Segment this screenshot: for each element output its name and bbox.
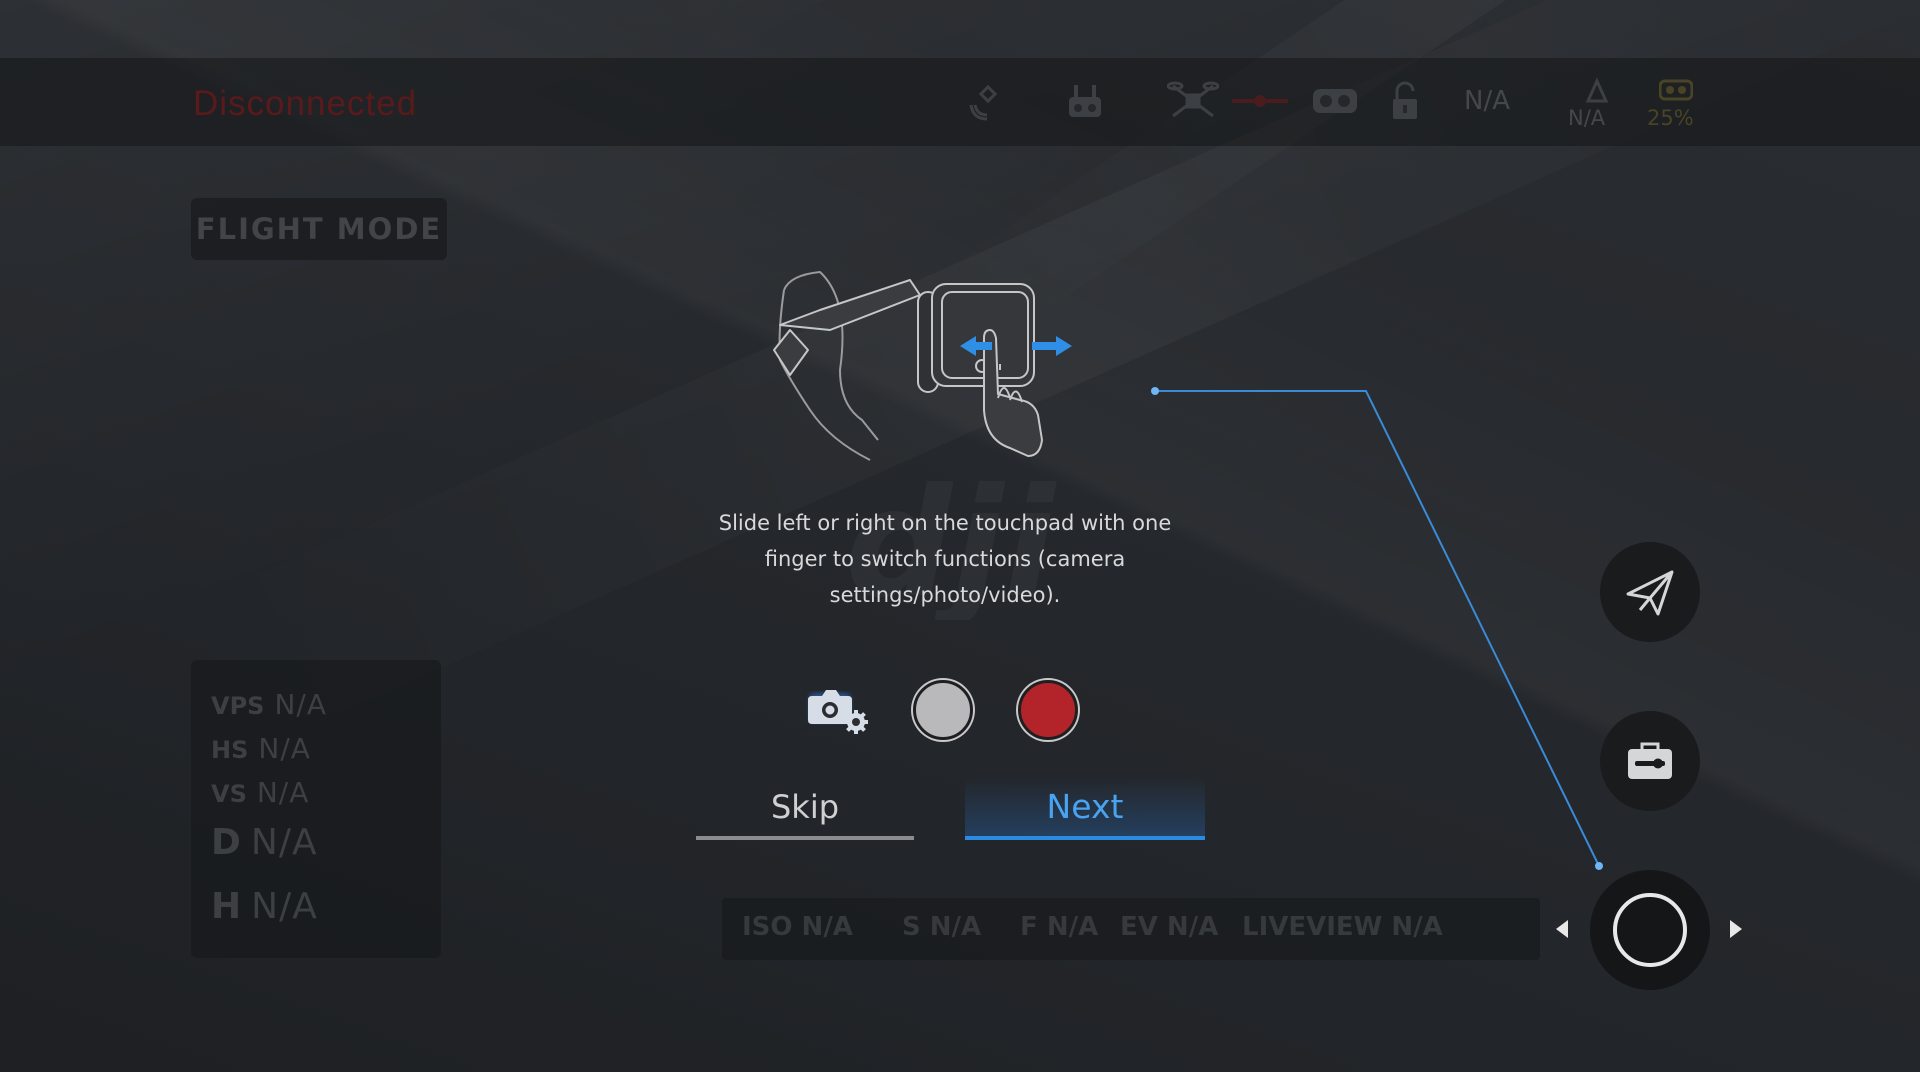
shutter-value: S N/A (902, 912, 982, 942)
vps-label: VPS (211, 692, 265, 720)
goggles-icon (1310, 78, 1360, 124)
distance-label: D (211, 822, 241, 863)
connection-status: Disconnected (193, 84, 418, 123)
vs-label: VS (211, 780, 247, 808)
telemetry-panel: VPS N/A HS N/A VS N/A D N/A H N/A (191, 660, 441, 958)
camera-settings-icon (808, 690, 868, 734)
telemetry-height: H N/A (211, 886, 318, 927)
shutter-ring (1613, 893, 1687, 967)
hs-label: HS (211, 736, 249, 764)
obstacle-icon (1582, 76, 1612, 104)
camera-params-bar: ISO N/A S N/A F N/A EV N/A LIVEVIEW N/A (722, 898, 1540, 960)
next-button[interactable]: Next (965, 776, 1205, 840)
aircraft-icon (1165, 78, 1221, 124)
height-value: N/A (251, 886, 318, 927)
obstacle-value: N/A (1568, 106, 1606, 130)
flight-mode-button[interactable] (1600, 542, 1700, 642)
hs-value: N/A (258, 732, 311, 765)
vs-value: N/A (256, 776, 310, 809)
telemetry-vs: VS N/A (211, 776, 309, 809)
toolbox-icon (1628, 742, 1672, 779)
next-mode-arrow[interactable] (1730, 920, 1742, 938)
iso-value: ISO N/A (742, 912, 853, 942)
telemetry-vps: VPS N/A (211, 688, 327, 721)
paper-plane-icon (1626, 570, 1674, 616)
distance-value: N/A (250, 822, 318, 863)
telemetry-hs: HS N/A (211, 732, 311, 765)
unlock-icon (1388, 78, 1422, 124)
photo-mode-icon[interactable] (913, 680, 973, 740)
skip-button[interactable]: Skip (696, 778, 914, 840)
video-link-icon (1232, 78, 1288, 124)
tutorial-instruction: Slide left or right on the touchpad with… (718, 511, 1172, 607)
camera-settings-mode[interactable] (806, 682, 872, 738)
gps-satellite-icon (965, 78, 1009, 124)
flight-mode-label: FLIGHT MODE (191, 198, 447, 260)
previous-mode-arrow[interactable] (1556, 920, 1568, 938)
telemetry-distance: D N/A (211, 822, 318, 863)
aperture-value: F N/A (1020, 912, 1099, 942)
shutter-button[interactable] (1590, 870, 1710, 990)
video-mode-icon[interactable] (1018, 680, 1078, 740)
goggles-battery-icon (1658, 76, 1694, 104)
vps-value: N/A (274, 688, 327, 721)
remote-controller-icon (1062, 78, 1108, 124)
height-label: H (211, 886, 242, 927)
signal-value: N/A (1464, 86, 1510, 116)
goggles-battery-value: 25% (1647, 106, 1694, 130)
ev-value: EV N/A (1120, 912, 1219, 942)
toolbox-button[interactable] (1600, 711, 1700, 811)
liveview-value: LIVEVIEW N/A (1242, 912, 1443, 942)
